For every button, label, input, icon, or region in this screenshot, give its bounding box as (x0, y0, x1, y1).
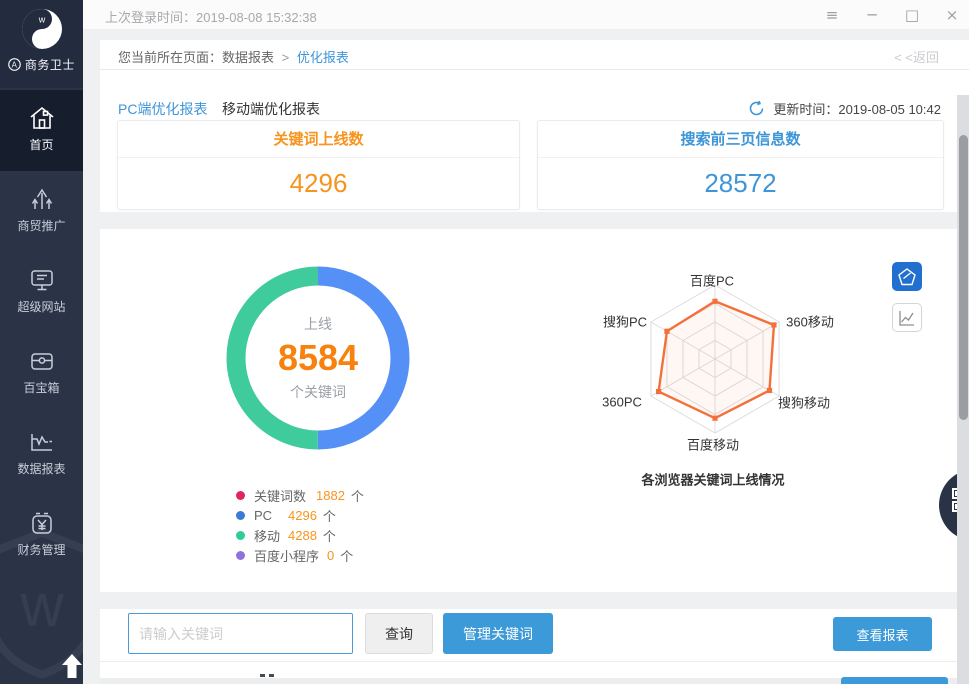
radar-chart: 百度PC 360移动 搜狗移动 百度移动 360PC 搜狗PC 各浏览器关键词上… (580, 255, 870, 505)
titlebar: 上次登录时间：2019-08-08 15:32:38 ≡ ─ □ × (83, 0, 969, 30)
legend-dot (236, 531, 245, 540)
view-report-button-partial[interactable] (841, 677, 948, 684)
sidebar-item-promotion[interactable]: 商贸推广 (0, 171, 83, 252)
sidebar-item-home[interactable]: 首页 (0, 90, 83, 171)
breadcrumb: 您当前所在页面：数据报表 > 优化报表 < <返回 (100, 40, 969, 70)
legend-item-keywords: 关键词数 1882 个 (236, 485, 364, 505)
legend-item-miniprogram: 百度小程序 0 个 (236, 545, 364, 565)
radar-axis-label: 搜狗PC (603, 312, 647, 331)
keyword-input[interactable] (128, 613, 353, 654)
scrollbar-track[interactable] (957, 95, 969, 684)
breadcrumb-prefix: 您当前所在页面： (118, 50, 222, 65)
app-logo-icon: w (21, 8, 63, 50)
radar-chart-svg (610, 265, 820, 455)
app-name: 商务卫士 (25, 58, 75, 72)
last-login-time: 上次登录时间：2019-08-08 15:32:38 (105, 7, 317, 26)
menu-icon[interactable]: ≡ (823, 6, 841, 24)
legend-item-pc: PC 4296 个 (236, 505, 364, 525)
sidebar-item-reports[interactable]: 数据报表 (0, 414, 83, 495)
back-link[interactable]: < <返回 (894, 47, 939, 66)
svg-text:A: A (12, 60, 18, 69)
chart-line-icon (28, 428, 56, 456)
home-icon (28, 104, 56, 132)
brand-badge-icon: A (8, 58, 21, 71)
query-button[interactable]: 查询 (365, 613, 433, 654)
stat-card-title: 搜索前三页信息数 (538, 121, 943, 158)
legend-dot (236, 511, 245, 520)
monitor-icon (28, 266, 56, 294)
line-view-toggle[interactable] (892, 303, 922, 332)
stat-card-title: 关键词上线数 (118, 121, 519, 158)
brand-row: A 商务卫士 (0, 56, 83, 73)
legend-dot (236, 491, 245, 500)
toolbox-icon (28, 347, 56, 375)
stat-card-keywords-online: 关键词上线数 4296 (117, 120, 520, 210)
donut-center-top: 上线 (304, 314, 332, 334)
window-controls: ≡ ─ □ × (823, 0, 961, 30)
logo-letter: w (38, 15, 46, 25)
clipped-section-band (100, 678, 969, 684)
donut-legend: 关键词数 1882 个 PC 4296 个 移动 4288 个 百度小程序 0 … (236, 485, 364, 565)
radar-axis-label: 360PC (602, 395, 642, 410)
donut-chart: 上线 8584 个关键词 (218, 258, 418, 458)
app-window: w A 商务卫士 首页 商贸推广 (0, 0, 969, 684)
view-report-button[interactable]: 查看报表 (833, 617, 932, 651)
sidebar: w A 商务卫士 首页 商贸推广 (0, 0, 83, 684)
breadcrumb-section: 数据报表 (222, 50, 274, 65)
radar-axis-label: 搜狗移动 (778, 393, 830, 412)
main-panel: 您当前所在页面：数据报表 > 优化报表 < <返回 PC端优化报表 移动端优化报… (100, 40, 969, 684)
manage-keywords-button[interactable]: 管理关键词 (443, 613, 553, 654)
logo-block: w A 商务卫士 (0, 0, 83, 88)
promotion-icon (28, 185, 56, 213)
minimize-icon[interactable]: ─ (863, 6, 881, 24)
legend-dot (236, 551, 245, 560)
radar-chart-title: 各浏览器关键词上线情况 (641, 470, 784, 489)
breadcrumb-current[interactable]: 优化报表 (297, 50, 349, 65)
trend-chart-icon (898, 309, 916, 327)
maximize-icon[interactable]: □ (903, 6, 921, 24)
close-icon[interactable]: × (943, 6, 961, 24)
donut-center-value: 8584 (278, 337, 358, 379)
radar-axis-label: 百度移动 (687, 435, 739, 454)
row-divider (100, 661, 969, 662)
update-time: 更新时间：2019-08-05 10:42 (773, 99, 941, 118)
radar-axis-label: 百度PC (690, 271, 734, 290)
back-to-top-icon[interactable] (60, 653, 83, 679)
section-divider (100, 212, 969, 229)
legend-item-mobile: 移动 4288 个 (236, 525, 364, 545)
donut-center-bottom: 个关键词 (290, 382, 346, 402)
radar-view-toggle[interactable] (892, 262, 922, 291)
sidebar-item-website[interactable]: 超级网站 (0, 252, 83, 333)
scrollbar-thumb[interactable] (959, 135, 968, 420)
stat-card-value: 28572 (538, 158, 943, 209)
refresh-icon[interactable] (748, 100, 765, 117)
svg-text:w: w (19, 572, 64, 639)
clipped-content (260, 674, 276, 677)
section-divider (100, 592, 969, 609)
stat-card-value: 4296 (118, 158, 519, 209)
sidebar-item-toolbox[interactable]: 百宝箱 (0, 333, 83, 414)
radar-axis-label: 360移动 (786, 312, 834, 331)
pentagon-icon (898, 267, 917, 286)
stat-card-top3-info: 搜索前三页信息数 28572 (537, 120, 944, 210)
breadcrumb-separator: > (282, 50, 290, 65)
